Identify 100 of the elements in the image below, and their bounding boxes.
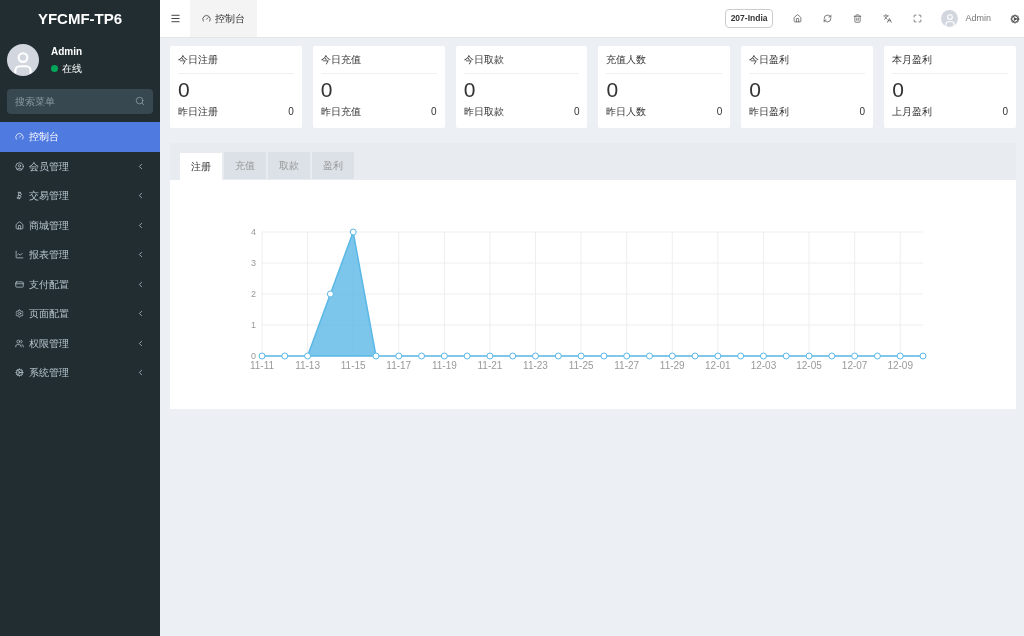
data-point	[486, 352, 494, 360]
gears-icon	[15, 368, 24, 378]
x-tick-label: 12-09	[887, 360, 913, 371]
stat-sub-value: 0	[288, 105, 294, 120]
x-tick-label: 11-17	[386, 360, 412, 371]
stat-sub-label: 昨日注册	[178, 105, 218, 120]
chart-tab[interactable]: 注册	[180, 153, 222, 180]
refresh-icon[interactable]	[823, 14, 833, 23]
data-point	[395, 352, 403, 360]
x-tick-label: 11-11	[249, 360, 275, 371]
page-tab[interactable]: 控制台	[190, 0, 257, 37]
stat-sub-value: 0	[573, 105, 580, 120]
data-point	[714, 352, 722, 360]
data-point	[851, 352, 859, 360]
x-tick-label: 11-13	[295, 360, 320, 371]
search-icon	[135, 96, 145, 106]
fullscreen-icon[interactable]	[913, 14, 923, 23]
sidebar-item[interactable]: 权限管理	[0, 328, 160, 358]
stat-sub-value: 0	[859, 105, 866, 120]
sidebar-item[interactable]: 报表管理	[0, 240, 160, 270]
menu-icon	[169, 13, 181, 24]
stat-sub-label: 昨日取款	[463, 105, 504, 120]
stat-value: 0	[463, 77, 477, 104]
stat-sub-label: 昨日充值	[320, 105, 361, 120]
x-tick-label: 11-27	[614, 360, 640, 371]
card-icon	[15, 279, 24, 289]
y-tick-label: 3	[251, 258, 256, 268]
x-tick-label: 12-03	[750, 360, 777, 371]
data-point	[919, 352, 927, 360]
data-point	[873, 352, 881, 360]
data-point	[828, 352, 836, 360]
data-point	[623, 352, 631, 360]
data-point	[418, 352, 426, 360]
data-point	[646, 352, 653, 360]
data-point	[737, 352, 745, 360]
sidebar-item[interactable]: 系统管理	[0, 358, 160, 388]
data-point	[258, 352, 266, 360]
trash-icon[interactable]	[853, 14, 863, 23]
x-tick-label: 11-21	[477, 360, 503, 371]
user-status: 在线	[62, 62, 82, 76]
sidebar-item[interactable]: 页面配置	[0, 299, 160, 329]
home-icon	[15, 220, 24, 230]
x-tick-label: 11-23	[523, 360, 548, 371]
x-tick-label: 12-05	[796, 360, 822, 371]
search-field[interactable]: 搜索菜单	[7, 89, 153, 114]
sidebar-item[interactable]: 交易管理	[0, 181, 160, 211]
x-tick-label: 11-19	[431, 360, 457, 371]
data-point	[782, 352, 790, 360]
settings-icon[interactable]	[1010, 13, 1020, 24]
stat-sub-label: 上月盈利	[892, 105, 933, 120]
data-point	[532, 352, 539, 360]
x-tick-label: 12-07	[841, 360, 868, 371]
sidebar-item[interactable]: 会员管理	[0, 151, 160, 181]
sidebar-item[interactable]: 支付配置	[0, 269, 160, 299]
stat-title: 充值人数	[606, 53, 723, 75]
data-point	[349, 228, 357, 236]
dashboard-icon	[15, 132, 24, 142]
data-point	[281, 352, 289, 360]
home-icon[interactable]	[793, 14, 803, 23]
users-icon	[15, 338, 24, 348]
stat-sub-value: 0	[716, 105, 723, 120]
sidebar-item[interactable]: 商城管理	[0, 210, 160, 240]
y-tick-label: 2	[251, 289, 256, 299]
x-tick-label: 12-01	[705, 360, 731, 371]
bitcoin-icon	[15, 191, 24, 201]
stat-sub-label: 昨日盈利	[749, 105, 790, 120]
stat-title: 今日充值	[320, 53, 437, 75]
sidebar-item[interactable]: 控制台	[0, 122, 160, 152]
region-badge[interactable]: 207-India	[724, 9, 774, 28]
stat-value: 0	[178, 77, 191, 104]
data-point	[554, 352, 562, 360]
stat-value: 0	[320, 77, 334, 104]
y-tick-label: 0	[251, 351, 256, 361]
stat-value: 0	[606, 77, 620, 104]
stat-sub-value: 0	[431, 105, 437, 120]
data-point	[759, 352, 767, 360]
line-chart-icon	[15, 250, 24, 260]
x-tick-label: 11-25	[568, 360, 594, 371]
stat-value: 0	[749, 77, 762, 104]
data-point	[691, 352, 699, 360]
user-circle-icon	[15, 161, 24, 171]
x-tick-label: 11-15	[340, 360, 366, 371]
avatar-icon	[7, 44, 39, 76]
data-point	[509, 352, 517, 360]
y-tick-label: 1	[251, 320, 256, 330]
stat-title: 今日注册	[178, 53, 294, 75]
stat-value: 0	[892, 77, 905, 104]
stat-title: 今日取款	[463, 53, 580, 75]
header-user-name[interactable]: Admin	[965, 11, 991, 26]
stat-title: 今日盈利	[749, 53, 866, 75]
stat-sub-value: 0	[1002, 105, 1008, 120]
data-point	[668, 352, 676, 360]
y-tick-label: 4	[251, 227, 256, 237]
data-point	[600, 352, 608, 360]
language-icon[interactable]	[883, 14, 893, 23]
data-point	[326, 290, 334, 298]
gear-icon	[15, 309, 24, 319]
stat-title: 本月盈利	[892, 53, 1008, 75]
data-point	[896, 352, 904, 360]
data-point	[805, 352, 813, 360]
